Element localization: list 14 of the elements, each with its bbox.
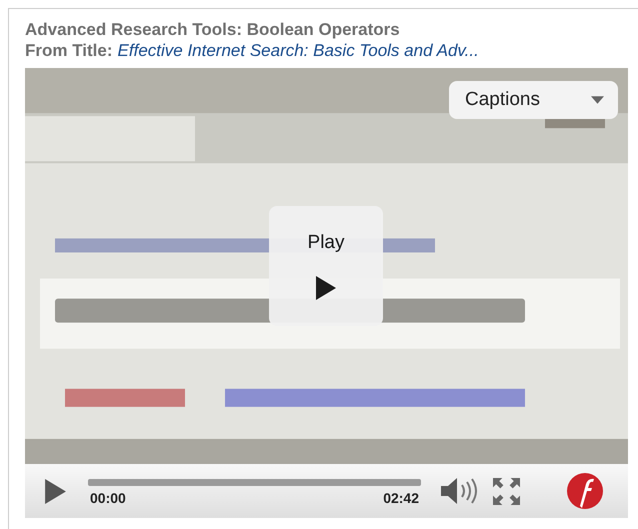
caret-icon [591,96,604,104]
volume-icon[interactable] [441,477,477,505]
from-label: From Title: [25,41,113,60]
fullscreen-icon[interactable] [493,478,520,504]
video-title: Advanced Research Tools: Boolean Operators [25,19,401,41]
captions-dropdown[interactable]: Captions [449,81,618,119]
play-button[interactable]: Play [269,206,383,326]
duration-time: 02:42 [383,490,419,506]
play-icon [316,276,336,300]
progress-track[interactable] [88,478,421,486]
logo-icon [566,472,604,510]
play-icon[interactable] [45,478,66,504]
source-title-link[interactable]: Effective Internet Search: Basic Tools and Adv... [118,41,479,60]
elapsed-time: 00:00 [90,490,126,506]
